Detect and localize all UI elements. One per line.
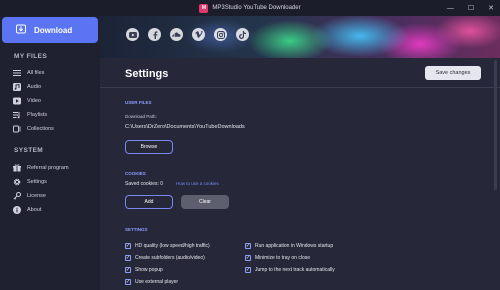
sidebar: Download MY FILES All files Audio Video … <box>0 16 100 290</box>
youtube-icon[interactable] <box>126 28 139 41</box>
checkbox-checked[interactable]: ✓ <box>125 267 131 273</box>
video-icon <box>12 97 21 106</box>
playlist-icon <box>12 111 21 120</box>
window-title: MP3Studio YouTube Downloader <box>212 5 301 11</box>
sidebar-item-settings[interactable]: Settings <box>12 176 47 188</box>
browse-button[interactable]: Browse <box>125 140 173 154</box>
close-icon[interactable]: ✕ <box>488 4 494 12</box>
list-icon <box>12 69 21 78</box>
social-links <box>126 28 249 41</box>
gift-icon <box>12 164 21 173</box>
download-label: Download <box>34 25 73 35</box>
scrollbar[interactable] <box>494 60 497 190</box>
option-label: Create subfolders (audio/video) <box>135 255 205 261</box>
sidebar-item-label: About <box>27 207 42 213</box>
show-popup-option[interactable]: ✓ Show popup <box>125 267 163 273</box>
sidebar-item-collections[interactable]: Collections <box>12 123 54 135</box>
external-player-option[interactable]: ✓ Use external player <box>125 279 178 285</box>
key-icon <box>12 192 21 201</box>
title-bar: M MP3Studio YouTube Downloader — ☐ ✕ <box>0 0 500 16</box>
maximize-icon[interactable]: ☐ <box>468 4 474 12</box>
my-files-title: MY FILES <box>14 53 48 60</box>
sidebar-item-video[interactable]: Video <box>12 95 41 107</box>
instagram-icon[interactable] <box>214 28 227 41</box>
system-title: SYSTEM <box>14 147 44 154</box>
vimeo-icon[interactable] <box>192 28 205 41</box>
user-files-title: USER FILES <box>125 100 152 105</box>
checkbox-checked[interactable]: ✓ <box>125 255 131 261</box>
download-icon <box>16 24 26 36</box>
sidebar-item-label: Playlists <box>27 112 48 118</box>
sidebar-item-label: License <box>27 193 46 199</box>
page-title: Settings <box>125 68 169 80</box>
sidebar-item-label: Audio <box>27 84 42 90</box>
minimize-tray-option[interactable]: ✓ Minimize to tray on close <box>245 255 310 261</box>
sidebar-item-about[interactable]: About <box>12 204 41 216</box>
checkbox-checked[interactable]: ✓ <box>125 279 131 285</box>
collections-icon <box>12 125 21 134</box>
app-logo-icon: M <box>199 3 209 13</box>
checkbox-checked[interactable]: ✓ <box>245 267 251 273</box>
settings-group-title: SETTINGS <box>125 227 148 232</box>
sidebar-item-all-files[interactable]: All files <box>12 67 44 79</box>
sidebar-item-label: Referral program <box>27 165 69 171</box>
minimize-icon[interactable]: — <box>447 5 454 12</box>
checkbox-checked[interactable]: ✓ <box>245 243 251 249</box>
info-icon <box>12 206 21 215</box>
gear-icon <box>12 178 21 187</box>
saved-cookies-count: Saved cookies: 0 <box>125 181 164 187</box>
cookies-title: COOKIES <box>125 171 146 176</box>
windows-startup-option[interactable]: ✓ Run application in Windows startup <box>245 243 333 249</box>
option-label: Show popup <box>135 267 163 273</box>
sidebar-item-license[interactable]: License <box>12 190 46 202</box>
option-label: Run application in Windows startup <box>255 243 334 249</box>
option-label: HD quality (low speed/high traffic) <box>135 243 210 249</box>
option-label: Use external player <box>135 279 179 285</box>
cookies-howto-link[interactable]: How to use a cookies <box>176 181 219 186</box>
sidebar-item-audio[interactable]: Audio <box>12 81 41 93</box>
download-path-label: Download Path: <box>125 114 157 119</box>
hd-quality-option[interactable]: ✓ HD quality (low speed/high traffic) <box>125 243 210 249</box>
save-changes-button[interactable]: Save changes <box>425 66 481 80</box>
add-cookie-button[interactable]: Add <box>125 195 173 209</box>
title-wrap: M MP3Studio YouTube Downloader <box>199 3 301 13</box>
subfolders-option[interactable]: ✓ Create subfolders (audio/video) <box>125 255 205 261</box>
download-button[interactable]: Download <box>2 17 98 43</box>
clear-cookies-button[interactable]: Clear <box>181 195 229 209</box>
next-track-option[interactable]: ✓ Jump to the next track automatically <box>245 267 335 273</box>
sidebar-item-playlists[interactable]: Playlists <box>12 109 47 121</box>
option-label: Jump to the next track automatically <box>255 267 335 273</box>
checkbox-checked[interactable]: ✓ <box>245 255 251 261</box>
sidebar-item-label: Collections <box>27 126 54 132</box>
music-icon <box>12 83 21 92</box>
option-label: Minimize to tray on close <box>255 255 311 261</box>
window-controls: — ☐ ✕ <box>447 0 494 16</box>
checkbox-checked[interactable]: ✓ <box>125 243 131 249</box>
soundcloud-icon[interactable] <box>170 28 183 41</box>
sidebar-item-label: All files <box>27 70 45 76</box>
settings-panel: Settings Save changes USER FILES Downloa… <box>100 58 500 290</box>
header-divider <box>100 87 500 88</box>
facebook-icon[interactable] <box>148 28 161 41</box>
sidebar-item-label: Settings <box>27 179 47 185</box>
sidebar-item-label: Video <box>27 98 41 104</box>
tiktok-icon[interactable] <box>236 28 249 41</box>
header-banner <box>100 16 500 58</box>
sidebar-item-referral[interactable]: Referral program <box>12 162 69 174</box>
download-path-value: C:\Users\DrZero\Documents\YouTubeDownloa… <box>125 124 245 130</box>
